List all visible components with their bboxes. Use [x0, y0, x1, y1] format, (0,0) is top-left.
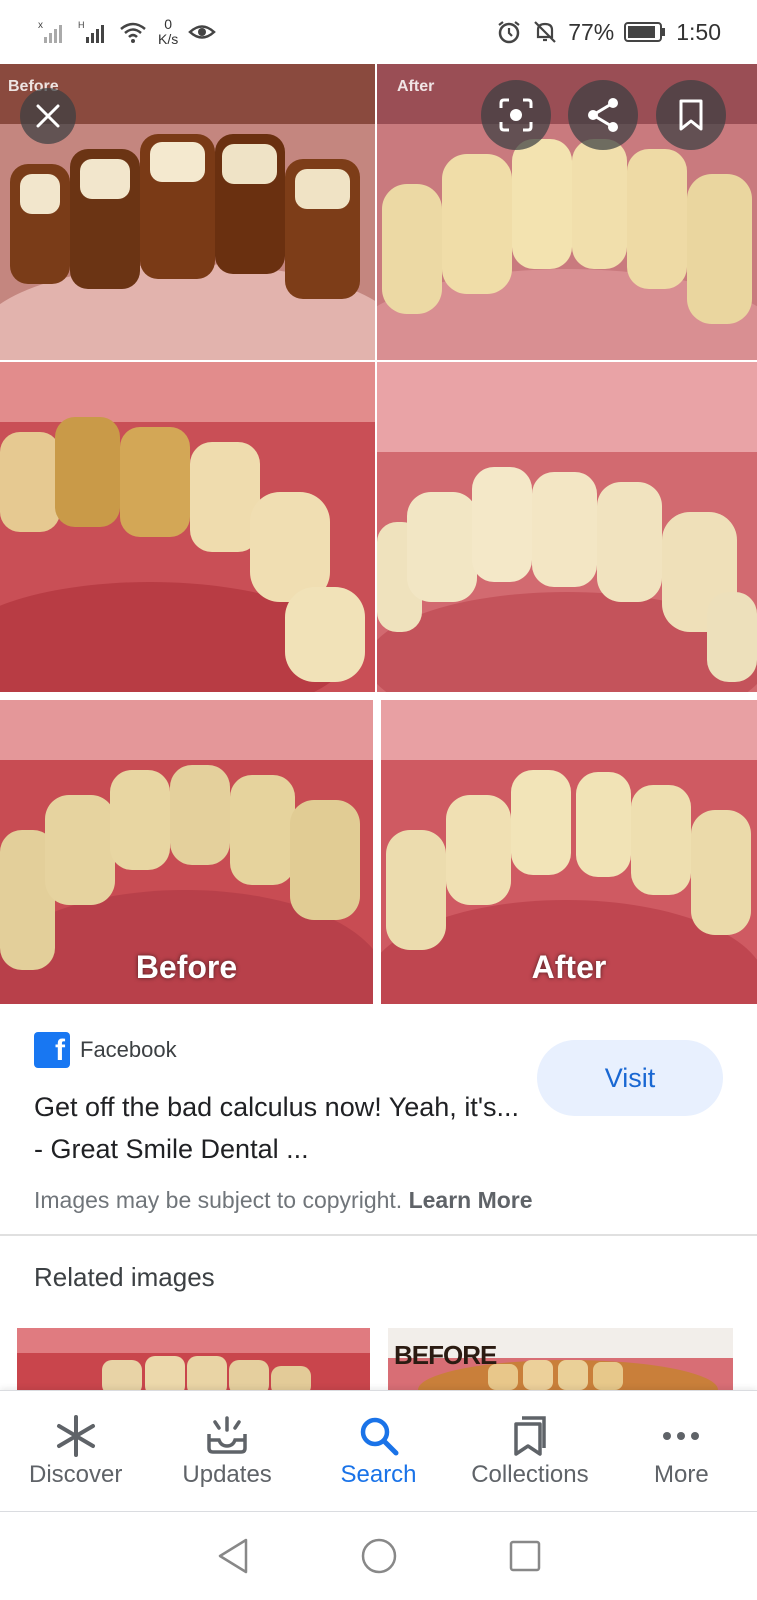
home-icon[interactable]	[360, 1537, 398, 1575]
photo-after-2	[377, 362, 757, 692]
lens-icon	[498, 97, 534, 133]
status-bar: x H 0 K/s 77% 1:50	[0, 0, 757, 64]
asterisk-icon	[54, 1411, 98, 1461]
photo-after-3: After	[381, 700, 757, 1004]
alarm-icon	[496, 19, 522, 45]
nav-updates[interactable]: Updates	[151, 1391, 302, 1511]
related-image-2[interactable]: BEFORE	[388, 1328, 733, 1390]
bookmark-button[interactable]	[656, 80, 726, 150]
close-icon	[35, 103, 61, 129]
bookmark-icon	[678, 98, 704, 132]
bottom-navigation: Discover Updates Search Collections More	[0, 1390, 757, 1512]
result-title[interactable]: Get off the bad calculus now! Yeah, it's…	[34, 1086, 524, 1170]
divider	[0, 1234, 757, 1236]
system-navigation	[0, 1512, 757, 1600]
signal-icon: x	[38, 19, 68, 45]
photo-before-3: Before	[0, 700, 373, 1004]
copyright-notice: Images may be subject to copyright. Lear…	[34, 1187, 533, 1214]
nav-label: Discover	[29, 1461, 123, 1488]
learn-more-link[interactable]: Learn More	[409, 1187, 533, 1213]
nav-label: Search	[340, 1461, 417, 1488]
after-tag: After	[397, 78, 435, 95]
signal-h-icon: H	[78, 19, 108, 45]
more-icon	[661, 1411, 701, 1461]
svg-text:H: H	[78, 20, 85, 30]
search-icon	[357, 1411, 401, 1461]
lens-button[interactable]	[481, 80, 551, 150]
svg-text:x: x	[38, 20, 43, 31]
battery-percent: 77%	[568, 18, 615, 45]
related-image-1[interactable]	[17, 1328, 370, 1390]
facebook-icon: f	[34, 1032, 70, 1068]
battery-icon	[624, 21, 666, 43]
before-overlay-text: BEFORE	[394, 1340, 497, 1370]
related-images-heading: Related images	[34, 1262, 215, 1292]
copyright-text: Images may be subject to copyright.	[34, 1187, 403, 1213]
back-icon[interactable]	[216, 1537, 250, 1575]
wifi-icon	[118, 19, 148, 45]
nav-label: Collections	[471, 1461, 589, 1488]
nav-label: Updates	[182, 1461, 272, 1488]
image-preview[interactable]: Before After Before After	[0, 64, 757, 1004]
nav-more[interactable]: More	[606, 1391, 757, 1511]
photo-before-2	[0, 362, 375, 692]
visit-button[interactable]: Visit	[537, 1040, 723, 1116]
updates-icon	[205, 1411, 249, 1461]
network-speed: 0 K/s	[158, 16, 179, 47]
source-name: Facebook	[80, 1037, 177, 1062]
close-button[interactable]	[20, 88, 76, 144]
source-row[interactable]: f Facebook	[34, 1032, 177, 1068]
nav-discover[interactable]: Discover	[0, 1391, 151, 1511]
nav-collections[interactable]: Collections	[454, 1391, 605, 1511]
mute-icon	[532, 19, 558, 45]
before-label: Before	[135, 949, 238, 985]
nav-label: More	[653, 1461, 709, 1488]
recents-icon[interactable]	[508, 1539, 542, 1573]
nav-search[interactable]: Search	[303, 1391, 454, 1511]
result-info: f Facebook Get off the bad calculus now!…	[0, 1004, 757, 1236]
clock-time: 1:50	[676, 18, 721, 45]
collections-icon	[510, 1411, 550, 1461]
after-label: After	[531, 949, 607, 985]
share-icon	[586, 97, 620, 133]
eye-icon	[188, 21, 217, 43]
share-button[interactable]	[568, 80, 638, 150]
